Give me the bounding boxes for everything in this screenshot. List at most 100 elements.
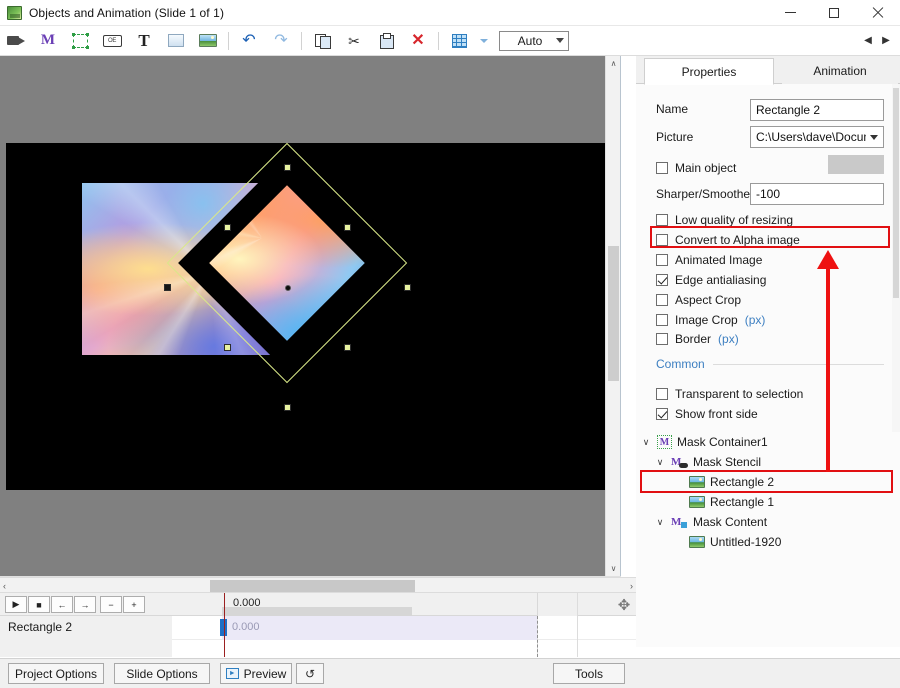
copy-icon[interactable]: [306, 27, 338, 55]
prev-slide-button[interactable]: ◀: [860, 31, 876, 51]
annotation-arrow-head: [817, 250, 839, 269]
close-button[interactable]: [856, 0, 900, 26]
tree-node-untitled-1920[interactable]: Untitled-1920: [672, 532, 781, 552]
chevron-down-icon[interactable]: ∨: [654, 457, 666, 468]
tree-label: Mask Content: [693, 515, 768, 529]
main-object-checkbox[interactable]: [656, 162, 668, 174]
timeline-scroll-left-button[interactable]: ‹: [3, 578, 6, 594]
canvas-vertical-scrollbar[interactable]: ∧ ∨: [605, 56, 620, 576]
next-slide-button[interactable]: ▶: [878, 31, 894, 51]
stop-button[interactable]: ■: [28, 596, 50, 613]
chevron-down-icon[interactable]: ∨: [654, 517, 666, 528]
selection-handle-top[interactable]: [284, 164, 291, 171]
edge-antialiasing-row[interactable]: Edge antialiasing: [656, 271, 766, 289]
paste-icon[interactable]: [370, 27, 402, 55]
chevron-down-icon[interactable]: ∨: [640, 437, 652, 448]
zoom-in-button[interactable]: +: [123, 596, 145, 613]
selection-handle-left[interactable]: [164, 284, 171, 291]
mask-stencil-icon: M: [671, 455, 688, 469]
edge-antialiasing-checkbox[interactable]: [656, 274, 668, 286]
properties-scrollbar[interactable]: [892, 84, 900, 432]
tab-animation[interactable]: Animation: [782, 58, 898, 84]
canvas-area[interactable]: ∧ ∨ ‹ ›: [0, 56, 621, 591]
zoom-out-button[interactable]: −: [100, 596, 122, 613]
frame-icon[interactable]: [64, 27, 96, 55]
undo-glyph: ↶: [242, 31, 256, 49]
animated-image-checkbox[interactable]: [656, 254, 668, 266]
timeline-scroll-thumb[interactable]: [210, 580, 415, 592]
aspect-crop-checkbox[interactable]: [656, 294, 668, 306]
zoom-combobox[interactable]: Auto: [499, 30, 569, 51]
aspect-crop-row[interactable]: Aspect Crop: [656, 291, 741, 309]
canvas-scroll-down-button[interactable]: ∨: [606, 561, 621, 576]
text-icon[interactable]: T: [128, 27, 160, 55]
canvas-scroll-up-button[interactable]: ∧: [606, 56, 621, 71]
transparent-to-selection-checkbox[interactable]: [656, 388, 668, 400]
show-front-side-checkbox[interactable]: [656, 408, 668, 420]
object-center-pivot[interactable]: [285, 285, 291, 291]
picture-combobox[interactable]: C:\Users\dave\Documen: [750, 126, 884, 148]
play-button[interactable]: ▶: [5, 596, 27, 613]
video-camera-icon[interactable]: [0, 27, 32, 55]
low-quality-resizing-checkbox[interactable]: [656, 214, 668, 226]
prev-keyframe-button[interactable]: ←: [51, 596, 73, 613]
maximize-button[interactable]: [812, 0, 856, 26]
next-keyframe-button[interactable]: →: [74, 596, 96, 613]
loop-preview-button[interactable]: ↺: [296, 663, 324, 684]
grid-icon[interactable]: [443, 27, 475, 55]
toolbar-separator-3: [438, 31, 439, 50]
main-object-checkbox-row[interactable]: Main object: [656, 159, 736, 177]
image-crop-row[interactable]: Image Crop (px): [656, 311, 765, 329]
timeline-playhead[interactable]: [224, 593, 225, 657]
tools-button[interactable]: Tools: [553, 663, 625, 684]
canvas-vscroll-thumb[interactable]: [608, 246, 619, 381]
selection-handle-bottom-left[interactable]: [224, 344, 231, 351]
preview-button[interactable]: ► Preview: [220, 663, 292, 684]
border-checkbox[interactable]: [656, 333, 668, 345]
border-row[interactable]: Border (px): [656, 330, 739, 348]
timeline-empty-row-header: [0, 640, 172, 657]
preview-icon: ►: [225, 668, 239, 679]
minimize-button[interactable]: [768, 0, 812, 26]
tree-node-mask-stencil[interactable]: ∨ M Mask Stencil: [654, 452, 761, 472]
timeline-scroll-right-button[interactable]: ›: [630, 578, 633, 594]
selection-handle-bottom[interactable]: [284, 404, 291, 411]
delete-icon[interactable]: ✕: [402, 27, 434, 55]
selection-handle-bottom-right[interactable]: [344, 344, 351, 351]
selection-handle-top-left[interactable]: [224, 224, 231, 231]
tree-node-mask-content[interactable]: ∨ M Mask Content: [654, 512, 767, 532]
grid-dropdown-caret-icon[interactable]: [475, 27, 493, 55]
project-options-button[interactable]: Project Options: [8, 663, 104, 684]
properties-scroll-thumb[interactable]: [893, 88, 899, 298]
show-front-side-row[interactable]: Show front side: [656, 405, 758, 423]
redo-icon[interactable]: ↷: [265, 27, 297, 55]
selection-handle-right[interactable]: [404, 284, 411, 291]
low-quality-resizing-label: Low quality of resizing: [675, 213, 794, 227]
image-crop-checkbox[interactable]: [656, 314, 668, 326]
slide-preview[interactable]: [6, 142, 616, 490]
timeline-track-row[interactable]: Rectangle 2 0.000: [0, 616, 636, 640]
timeline-horizontal-scrollbar[interactable]: ‹ ›: [0, 577, 636, 593]
sharper-smoother-input[interactable]: -100: [750, 183, 884, 205]
selection-handle-top-right[interactable]: [344, 224, 351, 231]
name-input[interactable]: Rectangle 2: [750, 99, 884, 121]
tree-node-rectangle-1[interactable]: Rectangle 1: [672, 492, 774, 512]
image-icon[interactable]: [192, 27, 224, 55]
text-icon-glyph: T: [138, 31, 150, 50]
rectangle-icon[interactable]: [160, 27, 192, 55]
timeline-track-band[interactable]: [222, 616, 537, 640]
tab-properties[interactable]: Properties: [644, 58, 774, 85]
color-swatch[interactable]: [828, 155, 884, 174]
transparent-to-selection-row[interactable]: Transparent to selection: [656, 385, 803, 403]
button-icon[interactable]: OE: [96, 27, 128, 55]
cut-icon[interactable]: ✂: [338, 27, 370, 55]
mask-m-icon[interactable]: M: [32, 27, 64, 55]
animated-image-row[interactable]: Animated Image: [656, 251, 762, 269]
slide-options-button[interactable]: Slide Options: [114, 663, 210, 684]
move-icon[interactable]: ✥: [613, 596, 635, 614]
tree-node-mask-container1[interactable]: ∨ M Mask Container1: [640, 432, 768, 452]
undo-icon[interactable]: ↶: [233, 27, 265, 55]
animated-image-label: Animated Image: [675, 253, 763, 267]
selected-object-group[interactable]: [164, 142, 411, 411]
border-label: Border: [675, 332, 712, 346]
